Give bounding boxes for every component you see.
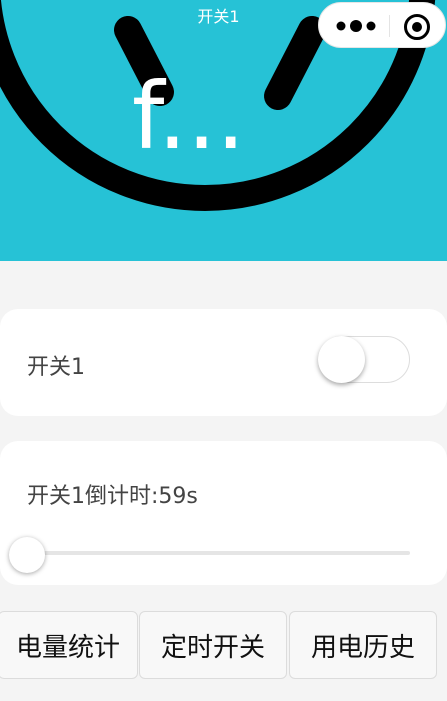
icon-text: f... [132, 63, 245, 170]
switch-label: 开关1 [27, 355, 85, 380]
countdown-card: 开关1倒计时:59s [0, 441, 447, 585]
countdown-label: 开关1倒计时:59s [27, 484, 198, 509]
power-toggle-switch[interactable] [318, 336, 410, 383]
power-stats-button[interactable]: 电量统计 [0, 611, 138, 679]
countdown-slider-thumb[interactable] [9, 537, 45, 573]
countdown-slider-track[interactable] [14, 551, 410, 555]
target-circle-icon[interactable] [403, 13, 431, 41]
capsule-divider [389, 15, 390, 37]
more-dots-icon[interactable] [333, 15, 379, 37]
timer-switch-button[interactable]: 定时开关 [139, 611, 287, 679]
power-history-button[interactable]: 用电历史 [289, 611, 437, 679]
toggle-knob[interactable] [318, 336, 365, 383]
capsule-menu [318, 2, 446, 48]
switch-card: 开关1 [0, 309, 447, 416]
